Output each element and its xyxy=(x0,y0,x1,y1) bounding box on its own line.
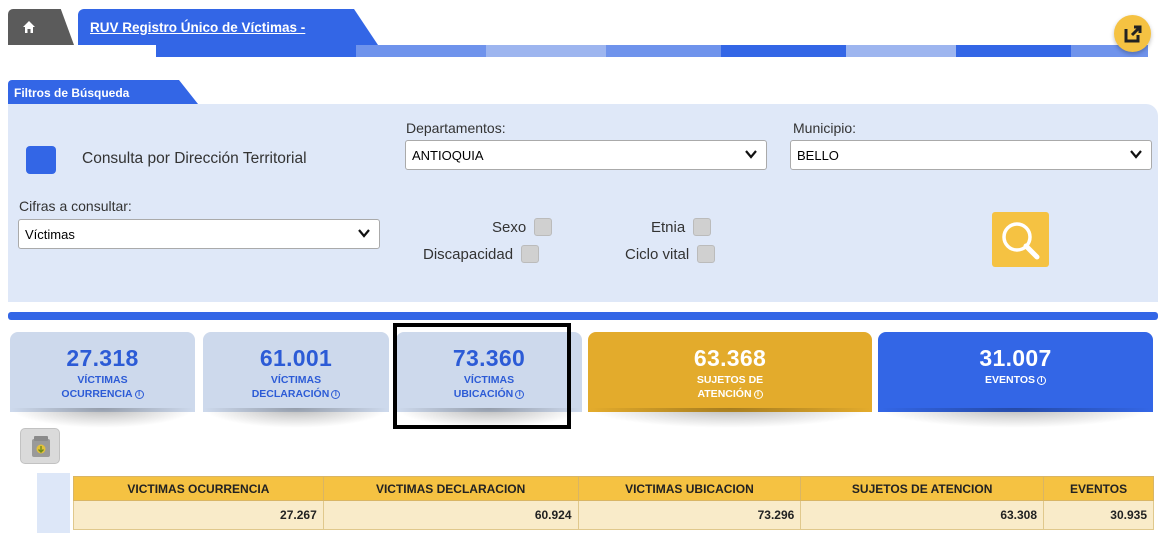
chevron-down-icon xyxy=(745,150,757,159)
table-cell: 60.924 xyxy=(322,500,579,530)
discapacidad-option[interactable]: Discapacidad xyxy=(423,245,540,263)
info-icon[interactable]: i xyxy=(1037,376,1046,385)
municipio-select[interactable]: BELLO xyxy=(790,140,1152,170)
external-link-icon xyxy=(1124,25,1142,43)
municipio-value: BELLO xyxy=(797,148,839,163)
card-sujetos-atencion[interactable]: 63.368 SUJETOS DE ATENCIÓN i xyxy=(588,332,872,412)
territorial-toggle[interactable] xyxy=(26,146,56,174)
filter-panel xyxy=(8,104,1158,302)
departamentos-label: Departamentos: xyxy=(406,120,506,136)
export-button[interactable] xyxy=(20,428,60,464)
ruv-tab-label[interactable]: RUV Registro Único de Víctimas - xyxy=(90,20,305,35)
download-icon xyxy=(32,436,50,457)
table-header-cell: VICTIMAS UBICACION xyxy=(577,476,802,501)
card-value: 31.007 xyxy=(979,345,1052,371)
cifras-value: Víctimas xyxy=(25,227,75,242)
card-victimas-declaracion[interactable]: 61.001 VÍCTIMAS DECLARACIÓN i xyxy=(203,332,389,412)
table-cell: 30.935 xyxy=(1043,500,1154,530)
discapacidad-label: Discapacidad xyxy=(423,245,514,263)
table-cell: 63.308 xyxy=(800,500,1045,530)
card-line2: DECLARACIÓN xyxy=(251,388,330,400)
sexo-label: Sexo xyxy=(492,218,527,236)
ruv-tab[interactable]: RUV Registro Único de Víctimas - xyxy=(78,9,378,45)
card-line1: EVENTOS xyxy=(985,374,1035,386)
card-shadow xyxy=(588,408,872,428)
filters-tab: Filtros de Búsqueda xyxy=(8,80,198,104)
summary-table: VICTIMAS OCURRENCIA VICTIMAS DECLARACION… xyxy=(73,476,1154,530)
info-icon[interactable]: i xyxy=(331,390,341,399)
ciclo-vital-option[interactable]: Ciclo vital xyxy=(625,245,716,263)
card-shadow xyxy=(203,408,389,428)
table-header-cell: VICTIMAS OCURRENCIA xyxy=(73,476,324,501)
ciclo-vital-label: Ciclo vital xyxy=(625,245,690,263)
table-cell: 73.296 xyxy=(577,500,802,530)
table-header-cell: EVENTOS xyxy=(1043,476,1154,501)
table-header-cell: VICTIMAS DECLARACION xyxy=(322,476,579,501)
card-line1: SUJETOS DE xyxy=(696,374,764,386)
card-line2: OCURRENCIA xyxy=(61,388,133,400)
cifras-select[interactable]: Víctimas xyxy=(18,219,380,249)
card-line1: VÍCTIMAS xyxy=(77,374,128,386)
card-line2: ATENCIÓN xyxy=(697,388,752,400)
etnia-label: Etnia xyxy=(651,218,686,236)
info-icon[interactable]: i xyxy=(753,390,763,399)
sexo-checkbox[interactable] xyxy=(534,218,553,236)
departamentos-value: ANTIOQUIA xyxy=(412,148,484,163)
section-divider xyxy=(8,312,1158,320)
info-icon[interactable]: i xyxy=(134,390,144,399)
selection-highlight xyxy=(393,323,571,429)
table-side-block xyxy=(37,473,70,533)
home-icon xyxy=(23,21,35,33)
card-value: 61.001 xyxy=(259,345,333,371)
home-tab[interactable] xyxy=(8,9,74,45)
card-shadow xyxy=(878,408,1153,428)
chevron-down-icon xyxy=(1130,150,1142,159)
header-stripe xyxy=(8,45,1148,57)
card-shadow xyxy=(10,408,195,428)
table-header-row: VICTIMAS OCURRENCIA VICTIMAS DECLARACION… xyxy=(73,476,1154,501)
etnia-checkbox[interactable] xyxy=(693,218,712,236)
ciclo-vital-checkbox[interactable] xyxy=(697,245,716,263)
card-line1: VÍCTIMAS xyxy=(270,374,322,386)
card-value: 63.368 xyxy=(693,345,767,371)
etnia-option[interactable]: Etnia xyxy=(651,218,712,236)
table-row: 27.267 60.924 73.296 63.308 30.935 xyxy=(73,500,1154,530)
cifras-label: Cifras a consultar: xyxy=(19,198,132,214)
table-header-cell: SUJETOS DE ATENCION xyxy=(800,476,1045,501)
municipio-label: Municipio: xyxy=(793,120,857,136)
search-icon xyxy=(1002,222,1040,260)
card-value: 27.318 xyxy=(66,345,139,371)
external-link-button[interactable] xyxy=(1114,15,1151,52)
territorial-label: Consulta por Dirección Territorial xyxy=(82,150,307,167)
discapacidad-checkbox[interactable] xyxy=(521,245,540,263)
card-victimas-ocurrencia[interactable]: 27.318 VÍCTIMAS OCURRENCIA i xyxy=(10,332,195,412)
sexo-option[interactable]: Sexo xyxy=(492,218,553,236)
departamentos-select[interactable]: ANTIOQUIA xyxy=(405,140,767,170)
table-cell: 27.267 xyxy=(73,500,324,530)
card-eventos[interactable]: 31.007 EVENTOS i xyxy=(878,332,1153,412)
filters-tab-label: Filtros de Búsqueda xyxy=(14,86,130,100)
chevron-down-icon xyxy=(358,229,370,238)
search-button[interactable] xyxy=(992,212,1049,267)
